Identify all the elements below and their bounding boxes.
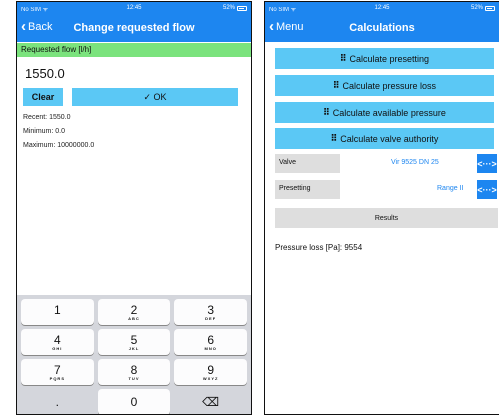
key-letters: WXYZ bbox=[202, 375, 219, 381]
status-bar: No SIM ᯤ 12:45 52% bbox=[265, 4, 499, 15]
key-digit: 6 bbox=[207, 332, 214, 347]
calculate-valve-authority-button[interactable]: ⠿ Calculate valve authority bbox=[275, 128, 494, 149]
key-8[interactable]: 8 TUV bbox=[97, 359, 171, 385]
button-label: Calculate available pressure bbox=[332, 107, 446, 118]
calculations-screen: No SIM ᯤ 12:45 52% ‹ Menu Calculations ⠿ C… bbox=[264, 1, 499, 415]
key-digit: . bbox=[55, 395, 59, 409]
calculate-pressure-loss-button[interactable]: ⠿ Calculate pressure loss bbox=[275, 75, 494, 96]
button-label: Calculate valve authority bbox=[340, 133, 439, 144]
nav-bar: No SIM ᯤ 12:45 52% ‹ Back Change requeste… bbox=[17, 2, 251, 42]
key-2[interactable]: 2 ABC bbox=[97, 299, 171, 325]
key-digit: 8 bbox=[130, 362, 138, 377]
valve-select-arrows-icon[interactable]: <···> bbox=[477, 154, 497, 173]
battery-icon bbox=[485, 5, 495, 11]
results-button[interactable]: Results bbox=[275, 208, 498, 228]
valve-value[interactable]: Vir 9525 DN 25 bbox=[391, 159, 439, 166]
recent-value: Recent: 1550.0 bbox=[23, 114, 71, 121]
key-4[interactable]: 4 GHI bbox=[21, 329, 94, 355]
valve-row: Valve Vir 9525 DN 25 <···> bbox=[275, 154, 497, 173]
battery-percent: 52% bbox=[222, 5, 235, 11]
numeric-keypad: 1 2 ABC 3 DEF 4 GHI 5 JKL 6 MNO 7 PQRS 8 TUV 9W… bbox=[17, 295, 251, 414]
key-letters: GHI bbox=[52, 345, 63, 351]
key-digit: 4 bbox=[53, 332, 61, 347]
grid-icon: ⠿ bbox=[332, 80, 340, 90]
presetting-value[interactable]: Range II bbox=[437, 185, 463, 192]
page-title: Change requested flow bbox=[73, 22, 195, 34]
pressure-loss-result: Pressure loss [Pa]: 9554 bbox=[275, 243, 363, 252]
key-9[interactable]: 9 WXYZ bbox=[174, 359, 247, 385]
key-5[interactable]: 5 JKL bbox=[97, 329, 171, 355]
key-digit: 2 bbox=[130, 302, 138, 317]
clock: 12:45 bbox=[374, 5, 390, 11]
key-digit: 7 bbox=[53, 362, 61, 377]
calculate-presetting-button[interactable]: ⠿ Calculate presetting bbox=[275, 48, 494, 69]
backspace-icon: ⌫ bbox=[202, 395, 220, 409]
key-1[interactable]: 1 bbox=[21, 299, 94, 325]
ok-button[interactable]: ✓ OK bbox=[72, 88, 238, 106]
page-title: Calculations bbox=[349, 22, 415, 34]
requested-flow-screen: No SIM ᯤ 12:45 52% ‹ Back Change requeste… bbox=[16, 1, 252, 415]
presetting-label: Presetting bbox=[275, 180, 340, 199]
battery-icon bbox=[237, 5, 247, 11]
key-decimal[interactable]: . bbox=[21, 389, 94, 414]
key-letters: JKL bbox=[128, 345, 140, 351]
flow-input[interactable] bbox=[25, 64, 205, 82]
key-letters: ABC bbox=[128, 315, 140, 321]
grid-icon: ⠿ bbox=[339, 53, 347, 63]
grid-icon: ⠿ bbox=[323, 107, 330, 117]
minimum-value: Minimum: 0.0 bbox=[23, 128, 66, 135]
button-label: Calculate presetting bbox=[349, 53, 430, 64]
button-label: Calculate pressure loss bbox=[342, 80, 437, 91]
key-backspace[interactable]: ⌫ bbox=[174, 389, 247, 414]
presetting-row: Presetting Range II <···> bbox=[275, 180, 497, 199]
clock: 12:45 bbox=[126, 5, 142, 11]
key-digit: 1 bbox=[53, 302, 61, 317]
valve-label: Valve bbox=[275, 154, 340, 173]
grid-icon: ⠿ bbox=[330, 133, 338, 143]
presetting-select-arrows-icon[interactable]: <···> bbox=[477, 180, 497, 199]
battery-indicator: 52% bbox=[471, 5, 495, 11]
key-digit: 3 bbox=[207, 302, 214, 317]
key-digit: 5 bbox=[130, 332, 138, 347]
battery-indicator: 52% bbox=[223, 5, 247, 11]
battery-percent: 52% bbox=[470, 5, 483, 11]
key-letters: DEF bbox=[205, 315, 217, 321]
key-letters: PQRS bbox=[49, 375, 65, 381]
status-bar: No SIM ᯤ 12:45 52% bbox=[17, 4, 251, 15]
key-digit: 0 bbox=[130, 395, 138, 409]
nav-bar: No SIM ᯤ 12:45 52% ‹ Menu Calculations bbox=[265, 2, 499, 42]
key-digit: 9 bbox=[207, 362, 214, 377]
key-0[interactable]: 0 bbox=[97, 389, 171, 414]
requested-flow-label: Requested flow [l/h] bbox=[17, 43, 251, 57]
key-6[interactable]: 6 MNO bbox=[174, 329, 247, 355]
calculate-available-pressure-button[interactable]: ⠿ Calculate available pressure bbox=[275, 102, 494, 123]
key-7[interactable]: 7 PQRS bbox=[21, 359, 94, 385]
key-3[interactable]: 3 DEF bbox=[174, 299, 247, 325]
clear-button[interactable]: Clear bbox=[23, 88, 63, 106]
maximum-value: Maximum: 10000000.0 bbox=[23, 142, 95, 149]
key-letters: MNO bbox=[204, 345, 217, 351]
key-letters: TUV bbox=[128, 375, 140, 381]
